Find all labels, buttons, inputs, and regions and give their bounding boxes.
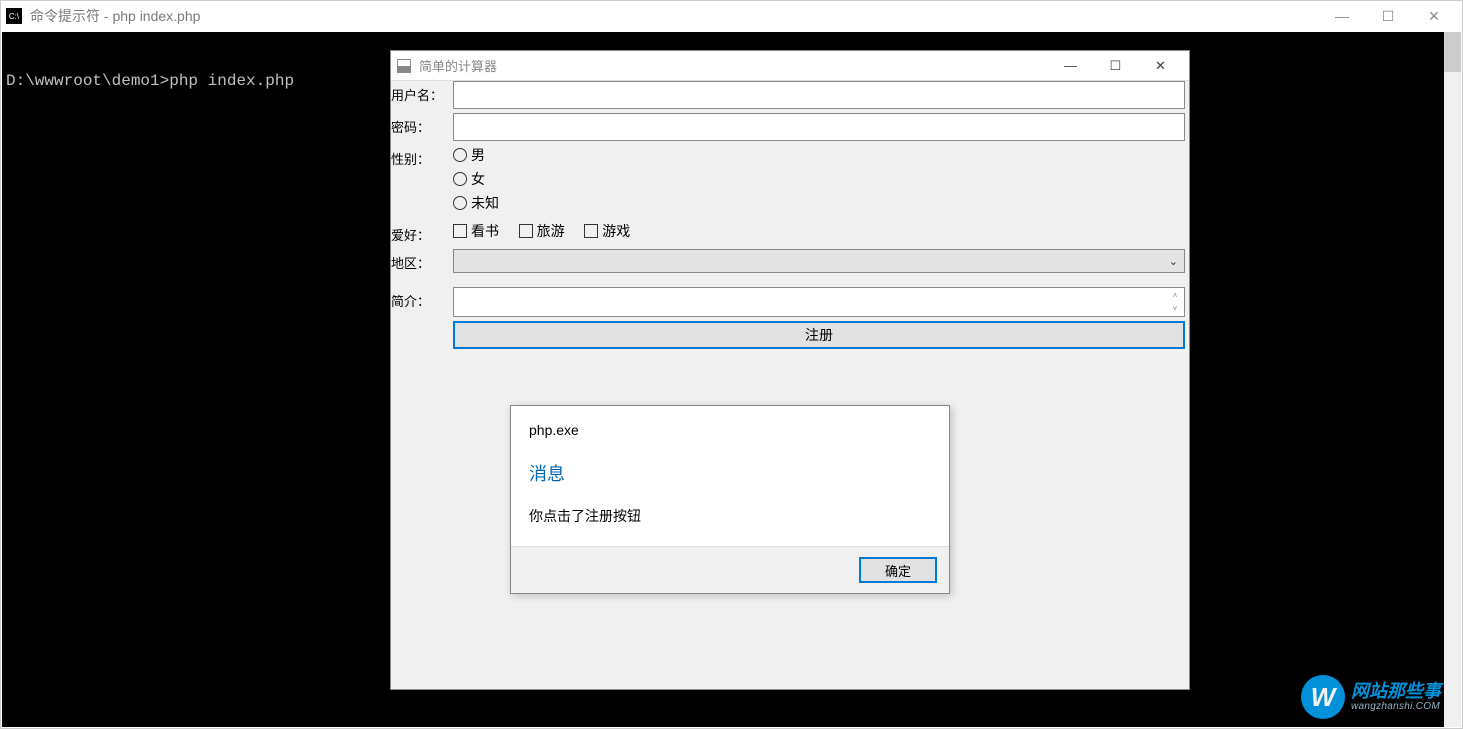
scrollbar[interactable] [1444,32,1461,727]
minimize-button[interactable]: — [1319,1,1365,31]
region-select[interactable]: ⌄ [453,249,1185,273]
app-icon [397,59,411,73]
dialog-app-name: php.exe [529,422,931,438]
gender-label: 性别： [391,145,453,168]
watermark-en: wangzhanshi.COM [1351,701,1441,712]
watermark: W 网站那些事 wangzhanshi.COM [1301,675,1441,719]
password-label: 密码： [391,113,453,136]
gender-female-radio[interactable]: 女 [453,169,485,189]
app-minimize-button[interactable]: — [1048,52,1093,80]
hobby-label: 爱好： [391,221,453,244]
dialog-ok-button[interactable]: 确定 [859,557,937,583]
gender-unknown-radio[interactable]: 未知 [453,193,499,213]
intro-label: 简介： [391,287,453,310]
dialog-message: 你点击了注册按钮 [529,506,931,526]
register-button[interactable]: 注册 [453,321,1185,349]
message-dialog: php.exe 消息 你点击了注册按钮 确定 [510,405,950,594]
scrollbar-thumb[interactable] [1444,32,1461,72]
textarea-spinner[interactable]: ˄ ˅ [1168,289,1182,315]
hobby-travel-checkbox[interactable]: 旅游 [519,221,565,241]
username-label: 用户名： [391,81,453,104]
app-window: 简单的计算器 — ☐ ✕ 用户名： 密码： 性别： 男 女 未知 爱好： 看书 [390,50,1190,690]
cmd-icon: C:\ [6,8,22,24]
username-input[interactable] [453,81,1185,109]
gender-male-radio[interactable]: 男 [453,145,485,165]
watermark-icon: W [1301,675,1345,719]
maximize-button[interactable]: ☐ [1365,1,1411,31]
intro-textarea[interactable]: ˄ ˅ [453,287,1185,317]
region-label: 地区： [391,249,453,272]
cmd-titlebar: C:\ 命令提示符 - php index.php — ☐ ✕ [1,1,1462,31]
chevron-down-icon: ⌄ [1169,255,1178,268]
close-button[interactable]: ✕ [1411,1,1457,31]
spin-down-icon[interactable]: ˅ [1168,302,1182,315]
watermark-cn: 网站那些事 [1351,682,1441,702]
hobby-game-checkbox[interactable]: 游戏 [584,221,630,241]
app-maximize-button[interactable]: ☐ [1093,52,1138,80]
app-titlebar: 简单的计算器 — ☐ ✕ [391,51,1189,81]
hobby-read-checkbox[interactable]: 看书 [453,221,499,241]
app-close-button[interactable]: ✕ [1138,52,1183,80]
form: 用户名： 密码： 性别： 男 女 未知 爱好： 看书 旅游 游戏 地区： [391,81,1189,353]
spin-up-icon[interactable]: ˄ [1168,289,1182,302]
app-title: 简单的计算器 [419,56,1048,75]
cmd-title: 命令提示符 - php index.php [30,6,1319,26]
dialog-heading: 消息 [529,460,931,486]
password-input[interactable] [453,113,1185,141]
